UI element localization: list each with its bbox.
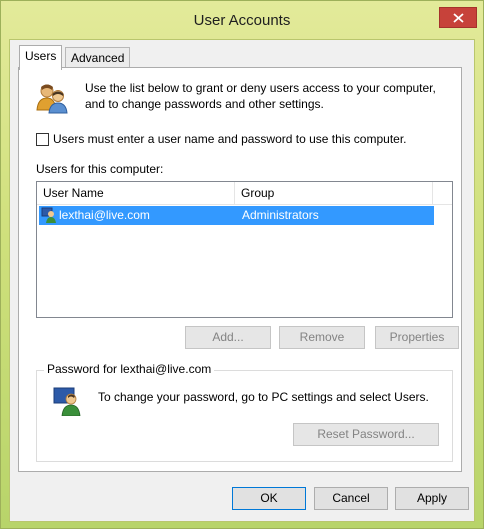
- users-list-label: Users for this computer:: [36, 162, 164, 176]
- row-user-name: lexthai@live.com: [59, 208, 150, 222]
- require-password-checkbox[interactable]: [36, 132, 49, 146]
- tab-users[interactable]: Users: [19, 45, 63, 70]
- user-accounts-window: User Accounts Users Advanced Use the lis…: [0, 0, 484, 529]
- list-header: User Name Group: [37, 182, 452, 205]
- reset-password-button[interactable]: Reset Password...: [293, 423, 439, 446]
- tab-advanced[interactable]: Advanced: [65, 47, 131, 69]
- require-password-label: Users must enter a user name and passwor…: [53, 132, 407, 146]
- window-title: User Accounts: [193, 12, 291, 29]
- column-header-user-name[interactable]: User Name: [37, 182, 235, 204]
- close-icon: [452, 12, 464, 23]
- apply-button[interactable]: Apply: [395, 487, 469, 510]
- properties-button[interactable]: Properties: [375, 326, 459, 349]
- password-groupbox: [36, 370, 453, 462]
- dialog-client-area: Users Advanced Use the list below to gra…: [9, 39, 475, 522]
- cancel-button[interactable]: Cancel: [314, 487, 388, 510]
- users-icon: [36, 84, 68, 114]
- intro-text: Use the list below to grant or deny user…: [85, 81, 436, 111]
- remove-button[interactable]: Remove: [279, 326, 365, 349]
- add-button[interactable]: Add...: [185, 326, 271, 349]
- require-password-checkbox-row[interactable]: Users must enter a user name and passwor…: [36, 132, 407, 146]
- ok-button[interactable]: OK: [232, 487, 306, 510]
- table-row[interactable]: lexthai@live.com Administrators: [39, 206, 434, 225]
- close-button[interactable]: [439, 7, 477, 28]
- password-instructions: To change your password, go to PC settin…: [98, 390, 429, 404]
- row-group: Administrators: [242, 208, 319, 222]
- password-groupbox-label: Password for lexthai@live.com: [44, 362, 215, 376]
- user-icon: [41, 207, 56, 223]
- users-list[interactable]: User Name Group lexthai@live.com Adminis…: [36, 181, 453, 318]
- users-tab-panel: Use the list below to grant or deny user…: [18, 67, 462, 472]
- column-header-group[interactable]: Group: [235, 182, 433, 204]
- password-user-icon: [53, 387, 81, 416]
- title-bar[interactable]: User Accounts: [1, 1, 483, 39]
